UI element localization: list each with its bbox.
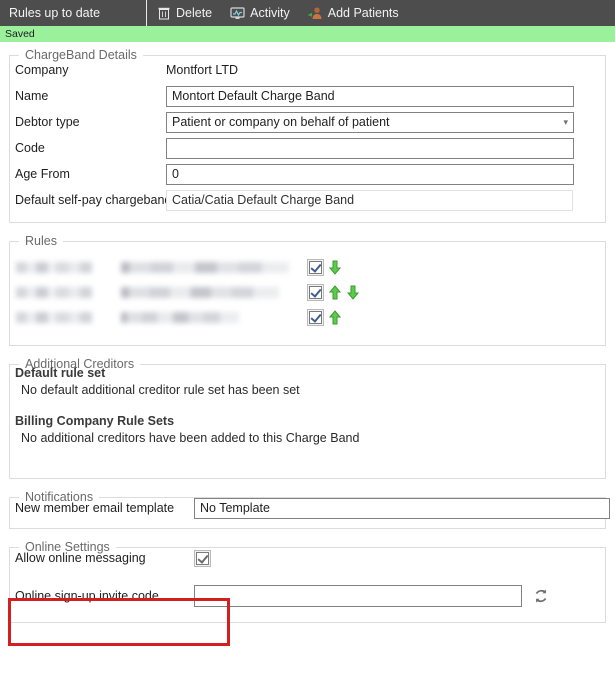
panel-bottom-space [0, 445, 615, 465]
activity-button[interactable]: Activity [221, 0, 299, 26]
company-value: Montfort LTD [166, 63, 238, 77]
rule-enabled-checkbox[interactable] [307, 284, 324, 301]
table-row[interactable] [0, 255, 615, 280]
code-input[interactable] [166, 138, 574, 159]
checkbox-mark [309, 286, 322, 299]
notifications-body: New member email template No Template [0, 489, 615, 529]
rule-description-redacted [121, 262, 289, 273]
rule-controls [307, 309, 379, 326]
rule-name-redacted [16, 312, 92, 323]
debtor-type-label: Debtor type [0, 115, 166, 129]
move-down-icon[interactable] [346, 285, 360, 300]
section-gap [0, 397, 615, 412]
age-from-input[interactable]: 0 [166, 164, 574, 185]
age-from-row: Age From 0 [0, 161, 615, 187]
allow-online-messaging-checkbox[interactable] [194, 550, 211, 567]
rule-enabled-checkbox[interactable] [307, 309, 324, 326]
rules-body [0, 233, 615, 346]
email-template-value: No Template [200, 501, 270, 515]
move-down-icon[interactable] [328, 260, 342, 275]
saved-status-text: Saved [5, 28, 35, 40]
invite-code-input[interactable] [194, 585, 522, 607]
chargeband-details-body: Company Montfort LTD Name Montort Defaul… [0, 47, 615, 223]
code-label: Code [0, 141, 166, 155]
table-row[interactable] [0, 280, 615, 305]
chevron-down-icon: ▾ [563, 118, 568, 127]
trash-icon [156, 6, 171, 21]
table-row[interactable] [0, 305, 615, 330]
move-up-icon[interactable] [328, 285, 342, 300]
add-patients-button[interactable]: Add Patients [299, 0, 408, 26]
refresh-icon[interactable] [532, 587, 550, 605]
company-label: Company [0, 63, 166, 77]
name-row: Name Montort Default Charge Band [0, 83, 615, 109]
default-selfpay-label: Default self-pay chargeband [0, 193, 178, 207]
default-rule-set-heading: Default rule set [0, 366, 615, 380]
allow-online-messaging-row: Allow online messaging [0, 547, 615, 569]
move-up-icon[interactable] [328, 310, 342, 325]
billing-company-heading: Billing Company Rule Sets [0, 414, 615, 428]
saved-status-banner: Saved [0, 26, 615, 42]
rule-controls [307, 284, 379, 301]
default-rule-set-text: No default additional creditor rule set … [0, 383, 615, 397]
checkbox-mark [309, 311, 322, 324]
rules-status-label: Rules up to date [0, 6, 146, 20]
online-settings-panel: Online Settings Allow online messaging O… [0, 538, 615, 623]
delete-button[interactable]: Delete [147, 0, 221, 26]
rule-enabled-checkbox[interactable] [307, 259, 324, 276]
name-label: Name [0, 89, 166, 103]
company-row: Company Montfort LTD [0, 57, 615, 83]
rules-panel: Rules [0, 232, 615, 346]
name-input-value: Montort Default Charge Band [172, 89, 335, 103]
rule-name-redacted [16, 262, 92, 273]
default-selfpay-row: Default self-pay chargeband Catia/Catia … [0, 187, 615, 213]
email-template-select[interactable]: No Template [194, 498, 610, 519]
debtor-type-select[interactable]: Patient or company on behalf of patient … [166, 112, 574, 133]
default-selfpay-field: Catia/Catia Default Charge Band [166, 190, 573, 211]
delete-button-label: Delete [176, 6, 212, 20]
add-patients-button-label: Add Patients [328, 6, 399, 20]
invite-code-label: Online sign-up invite code [0, 589, 178, 603]
chargeband-details-panel: ChargeBand Details Company Montfort LTD … [0, 46, 615, 223]
allow-online-messaging-label: Allow online messaging [0, 551, 166, 565]
email-template-label: New member email template [0, 501, 178, 515]
notifications-panel: Notifications New member email template … [0, 488, 615, 529]
email-template-row: New member email template No Template [0, 496, 615, 520]
activity-monitor-icon [230, 6, 245, 21]
age-from-label: Age From [0, 167, 166, 181]
code-row: Code [0, 135, 615, 161]
checkbox-mark [309, 261, 322, 274]
checkbox-mark [196, 552, 209, 565]
rule-description-redacted [121, 312, 239, 323]
add-patient-icon [308, 6, 323, 21]
name-input[interactable]: Montort Default Charge Band [166, 86, 574, 107]
activity-button-label: Activity [250, 6, 290, 20]
toolbar: Rules up to date Delete Activity [0, 0, 615, 26]
additional-creditors-panel: Additional Creditors Default rule set No… [0, 355, 615, 479]
invite-code-row: Online sign-up invite code [0, 581, 615, 611]
default-selfpay-value: Catia/Catia Default Charge Band [172, 193, 354, 207]
online-settings-body: Allow online messaging Online sign-up in… [0, 539, 615, 623]
rule-description-redacted [121, 287, 279, 298]
debtor-type-row: Debtor type Patient or company on behalf… [0, 109, 615, 135]
billing-company-text: No additional creditors have been added … [0, 431, 615, 445]
age-from-value: 0 [172, 167, 179, 181]
debtor-type-value: Patient or company on behalf of patient [172, 115, 390, 129]
rule-controls [307, 259, 379, 276]
additional-creditors-body: Default rule set No default additional c… [0, 356, 615, 479]
rule-name-redacted [16, 287, 92, 298]
